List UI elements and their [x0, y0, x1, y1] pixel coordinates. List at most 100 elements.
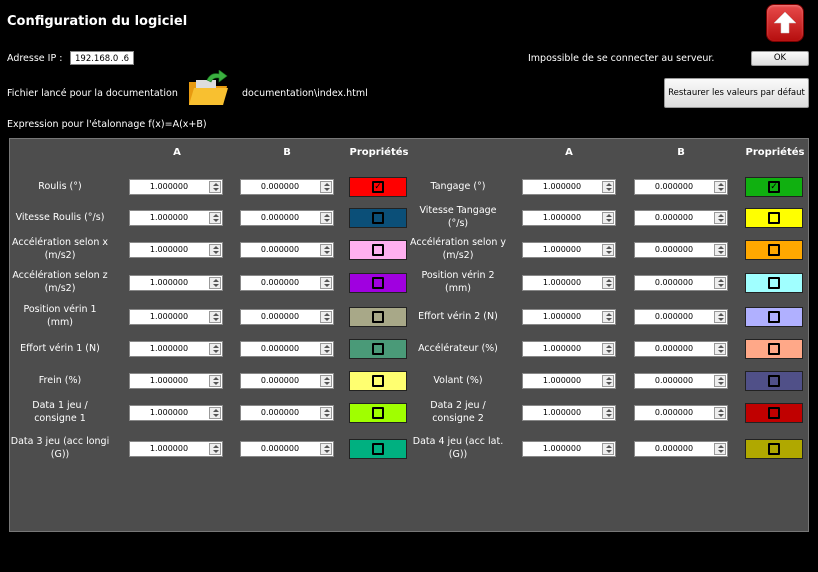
- coefficient-a-input[interactable]: 1.000000: [522, 405, 616, 421]
- spinner-arrows-icon[interactable]: [320, 443, 332, 455]
- series-color-button[interactable]: [349, 371, 407, 391]
- series-color-button[interactable]: [745, 307, 803, 327]
- spinner-arrows-icon[interactable]: [714, 277, 726, 289]
- spinner-arrows-icon[interactable]: [602, 375, 614, 387]
- series-color-button[interactable]: [745, 371, 803, 391]
- checkbox-unchecked-icon[interactable]: [768, 212, 780, 224]
- checkbox-unchecked-icon[interactable]: [768, 311, 780, 323]
- spinner-arrows-icon[interactable]: [209, 244, 221, 256]
- coefficient-b-input[interactable]: 0.000000: [240, 275, 334, 291]
- checkbox-unchecked-icon[interactable]: [768, 407, 780, 419]
- coefficient-a-input[interactable]: 1.000000: [129, 179, 223, 195]
- coefficient-b-input[interactable]: 0.000000: [634, 441, 728, 457]
- open-folder-icon[interactable]: [187, 69, 229, 108]
- coefficient-b-input[interactable]: 0.000000: [634, 373, 728, 389]
- restore-defaults-button[interactable]: Restaurer les valeurs par défaut: [664, 78, 809, 108]
- checkbox-unchecked-icon[interactable]: [372, 407, 384, 419]
- series-color-button[interactable]: [349, 439, 407, 459]
- spinner-arrows-icon[interactable]: [320, 212, 332, 224]
- spinner-arrows-icon[interactable]: [320, 277, 332, 289]
- checkbox-unchecked-icon[interactable]: [768, 443, 780, 455]
- spinner-arrows-icon[interactable]: [209, 212, 221, 224]
- spinner-arrows-icon[interactable]: [320, 407, 332, 419]
- series-color-button[interactable]: ✓: [349, 177, 407, 197]
- spinner-arrows-icon[interactable]: [714, 244, 726, 256]
- coefficient-b-input[interactable]: 0.000000: [634, 242, 728, 258]
- series-color-button[interactable]: [745, 208, 803, 228]
- series-color-button[interactable]: [349, 273, 407, 293]
- checkbox-unchecked-icon[interactable]: [768, 375, 780, 387]
- spinner-arrows-icon[interactable]: [209, 181, 221, 193]
- coefficient-b-input[interactable]: 0.000000: [634, 405, 728, 421]
- coefficient-a-input[interactable]: 1.000000: [522, 179, 616, 195]
- spinner-arrows-icon[interactable]: [714, 375, 726, 387]
- coefficient-a-input[interactable]: 1.000000: [129, 341, 223, 357]
- spinner-arrows-icon[interactable]: [320, 244, 332, 256]
- series-color-button[interactable]: [349, 339, 407, 359]
- coefficient-b-input[interactable]: 0.000000: [634, 275, 728, 291]
- coefficient-b-input[interactable]: 0.000000: [634, 210, 728, 226]
- spinner-arrows-icon[interactable]: [714, 407, 726, 419]
- spinner-arrows-icon[interactable]: [602, 343, 614, 355]
- spinner-arrows-icon[interactable]: [320, 181, 332, 193]
- spinner-arrows-icon[interactable]: [320, 343, 332, 355]
- spinner-arrows-icon[interactable]: [209, 343, 221, 355]
- coefficient-a-input[interactable]: 1.000000: [129, 441, 223, 457]
- coefficient-b-input[interactable]: 0.000000: [634, 179, 728, 195]
- coefficient-a-input[interactable]: 1.000000: [129, 309, 223, 325]
- spinner-arrows-icon[interactable]: [602, 407, 614, 419]
- spinner-arrows-icon[interactable]: [602, 212, 614, 224]
- spinner-arrows-icon[interactable]: [602, 311, 614, 323]
- spinner-arrows-icon[interactable]: [602, 244, 614, 256]
- coefficient-b-input[interactable]: 0.000000: [240, 341, 334, 357]
- coefficient-b-input[interactable]: 0.000000: [240, 242, 334, 258]
- coefficient-a-input[interactable]: 1.000000: [522, 242, 616, 258]
- spinner-arrows-icon[interactable]: [602, 181, 614, 193]
- coefficient-b-input[interactable]: 0.000000: [240, 373, 334, 389]
- spinner-arrows-icon[interactable]: [602, 443, 614, 455]
- checkbox-unchecked-icon[interactable]: [372, 311, 384, 323]
- checkbox-unchecked-icon[interactable]: [372, 343, 384, 355]
- series-color-button[interactable]: [349, 307, 407, 327]
- spinner-arrows-icon[interactable]: [714, 311, 726, 323]
- coefficient-a-input[interactable]: 1.000000: [129, 242, 223, 258]
- checkbox-unchecked-icon[interactable]: [372, 212, 384, 224]
- spinner-arrows-icon[interactable]: [714, 212, 726, 224]
- series-color-button[interactable]: [745, 273, 803, 293]
- coefficient-a-input[interactable]: 1.000000: [522, 275, 616, 291]
- upload-button[interactable]: [766, 4, 804, 42]
- coefficient-a-input[interactable]: 1.000000: [522, 341, 616, 357]
- checkbox-unchecked-icon[interactable]: [768, 343, 780, 355]
- spinner-arrows-icon[interactable]: [209, 407, 221, 419]
- spinner-arrows-icon[interactable]: [714, 181, 726, 193]
- coefficient-a-input[interactable]: 1.000000: [129, 275, 223, 291]
- spinner-arrows-icon[interactable]: [209, 375, 221, 387]
- series-color-button[interactable]: [349, 240, 407, 260]
- coefficient-b-input[interactable]: 0.000000: [240, 179, 334, 195]
- series-color-button[interactable]: [349, 208, 407, 228]
- coefficient-a-input[interactable]: 1.000000: [129, 210, 223, 226]
- ip-address-input[interactable]: 192.168.0 .6: [70, 51, 134, 65]
- spinner-arrows-icon[interactable]: [209, 443, 221, 455]
- series-color-button[interactable]: [745, 403, 803, 423]
- checkbox-unchecked-icon[interactable]: [372, 375, 384, 387]
- coefficient-a-input[interactable]: 1.000000: [522, 441, 616, 457]
- coefficient-b-input[interactable]: 0.000000: [634, 341, 728, 357]
- spinner-arrows-icon[interactable]: [714, 443, 726, 455]
- coefficient-b-input[interactable]: 0.000000: [240, 309, 334, 325]
- coefficient-a-input[interactable]: 1.000000: [129, 405, 223, 421]
- checkbox-unchecked-icon[interactable]: [372, 443, 384, 455]
- series-color-button[interactable]: [745, 339, 803, 359]
- checkbox-checked-icon[interactable]: ✓: [372, 181, 384, 193]
- spinner-arrows-icon[interactable]: [209, 311, 221, 323]
- coefficient-b-input[interactable]: 0.000000: [240, 405, 334, 421]
- coefficient-a-input[interactable]: 1.000000: [522, 373, 616, 389]
- coefficient-b-input[interactable]: 0.000000: [240, 210, 334, 226]
- spinner-arrows-icon[interactable]: [320, 375, 332, 387]
- series-color-button[interactable]: ✓: [745, 177, 803, 197]
- spinner-arrows-icon[interactable]: [320, 311, 332, 323]
- spinner-arrows-icon[interactable]: [209, 277, 221, 289]
- coefficient-a-input[interactable]: 1.000000: [522, 210, 616, 226]
- coefficient-a-input[interactable]: 1.000000: [129, 373, 223, 389]
- checkbox-checked-icon[interactable]: ✓: [768, 181, 780, 193]
